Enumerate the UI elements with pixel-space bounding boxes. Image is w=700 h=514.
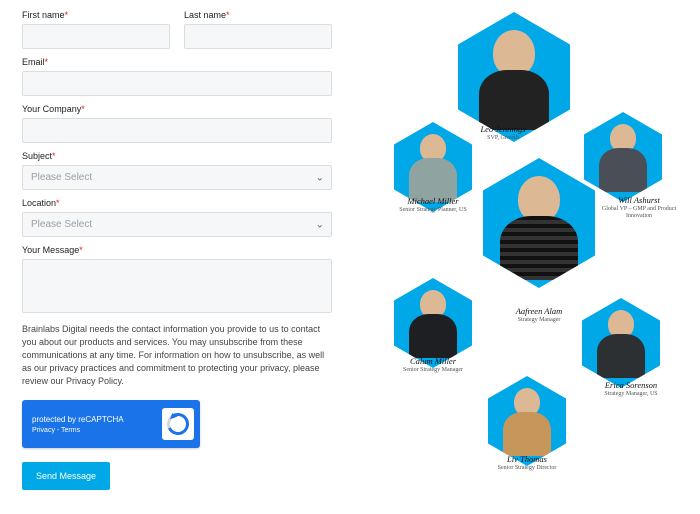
hex-bg [584,112,662,202]
recaptcha-line2[interactable]: Privacy - Terms [32,427,162,434]
team-name: Erica Sorenson [586,380,676,390]
location-select[interactable]: Please Select [22,212,332,237]
team-caption: Erica Sorenson Strategy Manager, US [586,380,676,398]
contact-form: First name* Last name* Email* Your Compa… [0,0,350,514]
company-field: Your Company* [22,104,332,143]
team-name: Liv Thomas [482,454,572,464]
team-name: Aafreen Alam [494,306,584,316]
team-role: SVP, Growth [458,135,548,142]
message-field: Your Message* [22,245,332,313]
email-label: Email* [22,57,332,67]
privacy-text: Brainlabs Digital needs the contact info… [22,323,332,388]
team-caption: Leo Jennings SVP, Growth [458,124,548,142]
message-input[interactable] [22,259,332,313]
recaptcha-icon [162,408,194,440]
email-input[interactable] [22,71,332,96]
team-role: Senior Strategy Manager [388,367,478,374]
hex-bg [582,298,660,388]
message-label: Your Message* [22,245,332,255]
hex-bg [483,158,595,288]
recaptcha-badge: protected by reCAPTCHA Privacy - Terms [22,400,200,448]
first-name-field: First name* [22,10,170,49]
team-role: Senior Strategy Planner, US [388,207,478,214]
subject-field: Subject* Please Select ⌄ [22,151,332,190]
last-name-label: Last name* [184,10,332,20]
team-role: Strategy Manager [494,317,584,324]
recaptcha-line1: protected by reCAPTCHA [32,415,162,424]
hex-bg [488,376,566,466]
team-name: Calum Miller [388,356,478,366]
team-caption: Michael Miller Senior Strategy Planner, … [388,196,478,214]
hex-bg [394,278,472,368]
team-caption: Liv Thomas Senior Strategy Director [482,454,572,472]
hex-bg [458,12,570,142]
team-name: Will Ashurst [594,195,684,205]
first-name-input[interactable] [22,24,170,49]
subject-label: Subject* [22,151,332,161]
team-role: Global VP – GMP and Product Innovation [594,206,684,219]
last-name-input[interactable] [184,24,332,49]
company-input[interactable] [22,118,332,143]
team-caption: Calum Miller Senior Strategy Manager [388,356,478,374]
send-message-button[interactable]: Send Message [22,462,110,490]
team-name: Michael Miller [388,196,478,206]
location-label: Location* [22,198,332,208]
team-name: Leo Jennings [458,124,548,134]
email-field: Email* [22,57,332,96]
team-caption: Will Ashurst Global VP – GMP and Product… [594,195,684,219]
first-name-label: First name* [22,10,170,20]
last-name-field: Last name* [184,10,332,49]
company-label: Your Company* [22,104,332,114]
location-field: Location* Please Select ⌄ [22,198,332,237]
team-role: Senior Strategy Director [482,465,572,472]
team-hexagons: Leo Jennings SVP, Growth Michael Miller … [350,0,700,514]
subject-select[interactable]: Please Select [22,165,332,190]
team-caption: Aafreen Alam Strategy Manager [494,306,584,324]
team-role: Strategy Manager, US [586,391,676,398]
